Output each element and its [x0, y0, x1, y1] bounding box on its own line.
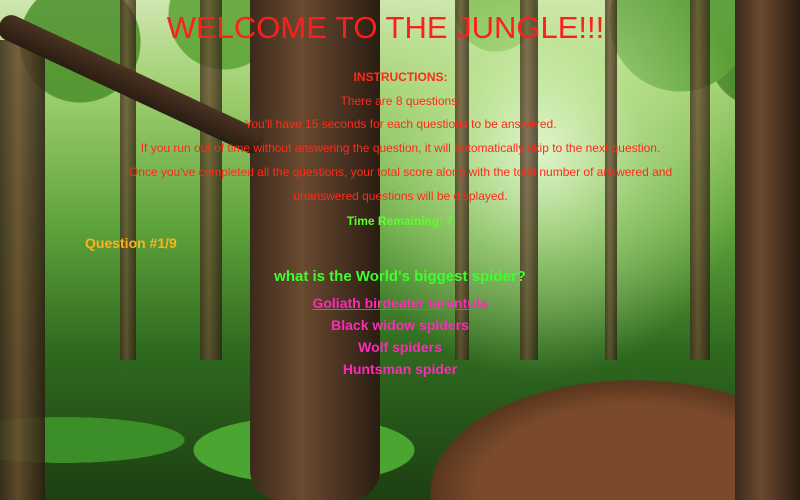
- answer-option[interactable]: Black widow spiders: [329, 314, 471, 336]
- quiz-container: WELCOME TO THE JUNGLE!!! INSTRUCTIONS: T…: [0, 0, 800, 500]
- instruction-line: There are 8 questions.: [340, 93, 461, 108]
- answer-option[interactable]: Goliath birdeater tarantula: [310, 292, 489, 314]
- answer-option[interactable]: Wolf spiders: [356, 336, 444, 358]
- instructions-block: INSTRUCTIONS: There are 8 questions. You…: [85, 66, 716, 208]
- time-remaining: Time Remaining: 7: [346, 214, 454, 228]
- instruction-line: You'll have 15 seconds for each question…: [244, 117, 557, 132]
- question-text: what is the World's biggest spider?: [274, 268, 526, 285]
- question-counter: Question #1/9: [85, 235, 177, 251]
- answer-list: Goliath birdeater tarantula Black widow …: [0, 292, 800, 380]
- instruction-line: unanswered questions will be displayed.: [293, 188, 508, 203]
- instruction-line: Once you've completed all the questions,…: [128, 164, 673, 179]
- instruction-line: If you run out of time without answering…: [140, 141, 661, 156]
- instructions-heading: INSTRUCTIONS:: [353, 70, 448, 84]
- answer-option[interactable]: Huntsman spider: [341, 358, 459, 380]
- page-title: WELCOME TO THE JUNGLE!!!: [166, 10, 605, 45]
